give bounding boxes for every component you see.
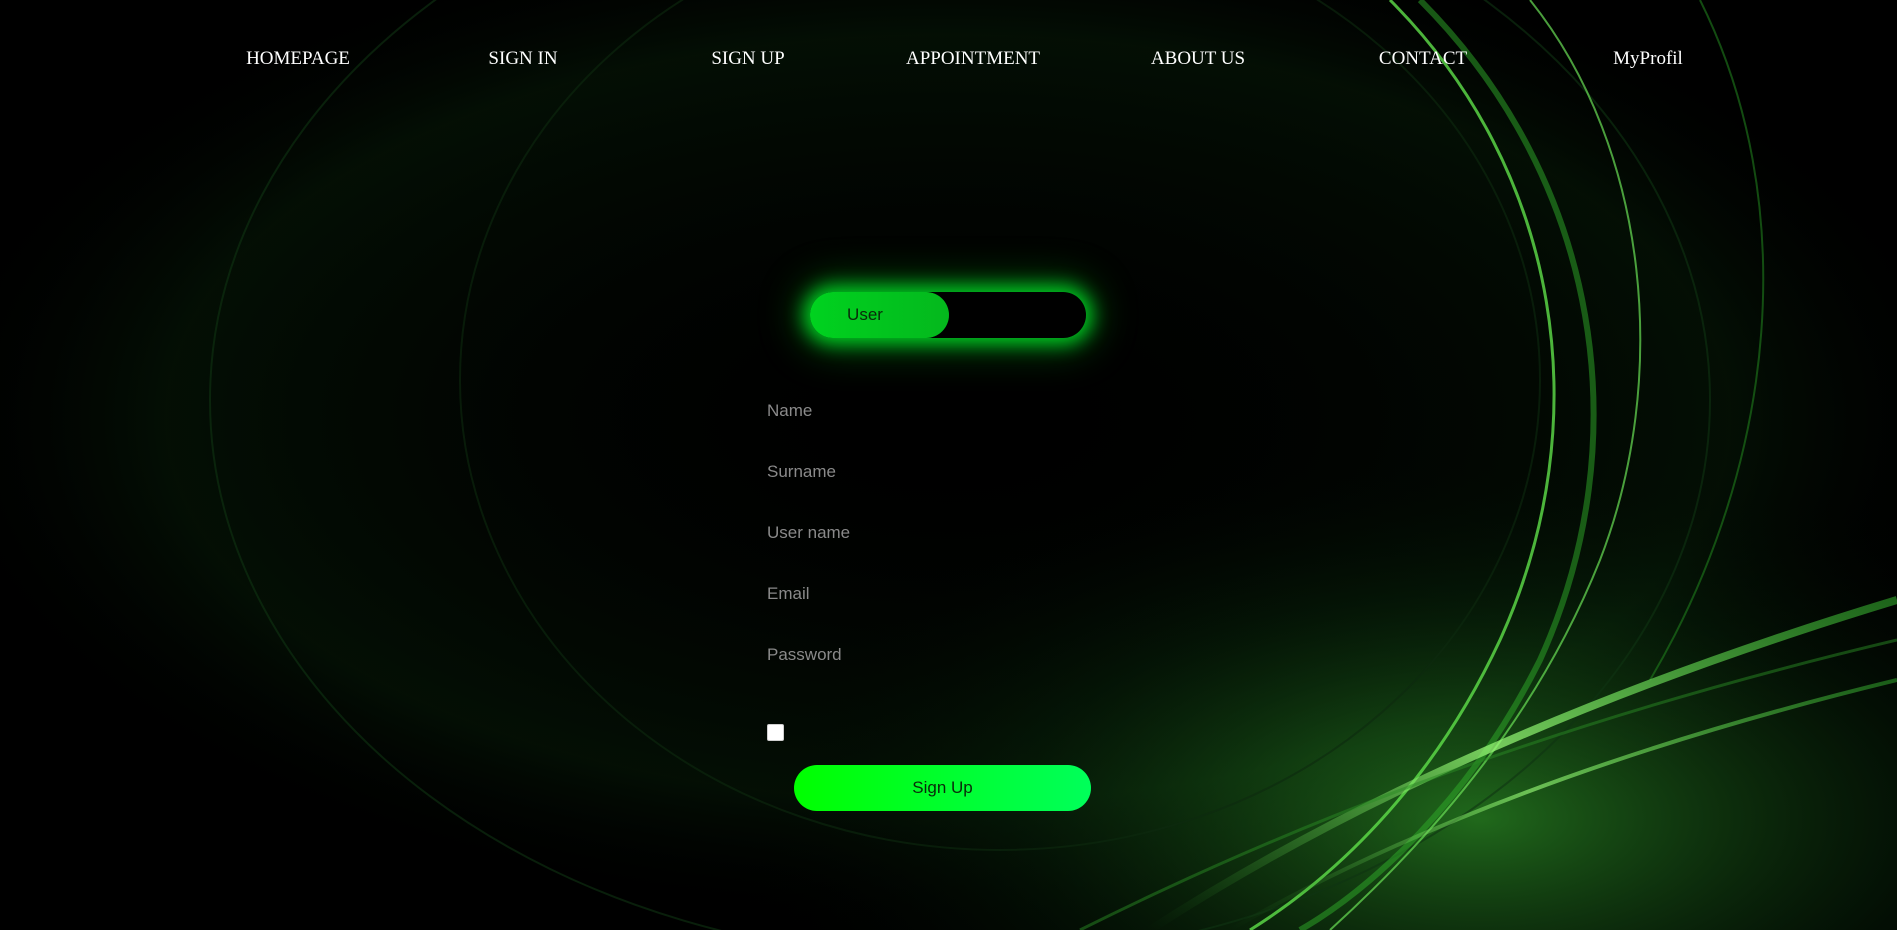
terms-checkbox[interactable] <box>767 724 784 741</box>
sign-up-button[interactable]: Sign Up <box>794 765 1091 811</box>
role-toggle[interactable]: User <box>810 292 1086 338</box>
nav-link-sign-up[interactable]: SIGN UP <box>711 48 784 70</box>
nav-link-about-us[interactable]: ABOUT US <box>1151 48 1245 70</box>
signup-form <box>767 390 1097 695</box>
email-field[interactable] <box>767 573 1067 615</box>
nav-link-my-profil[interactable]: MyProfil <box>1613 48 1683 70</box>
password-field[interactable] <box>767 634 1067 676</box>
role-toggle-label: User <box>847 305 883 324</box>
name-field[interactable] <box>767 390 1067 432</box>
top-nav: HOMEPAGE SIGN IN SIGN UP APPOINTMENT ABO… <box>0 0 1897 120</box>
username-field[interactable] <box>767 512 1067 554</box>
nav-link-homepage[interactable]: HOMEPAGE <box>246 48 350 70</box>
signup-page: HOMEPAGE SIGN IN SIGN UP APPOINTMENT ABO… <box>0 0 1897 930</box>
nav-link-sign-in[interactable]: SIGN IN <box>488 48 557 70</box>
nav-link-appointment[interactable]: APPOINTMENT <box>906 48 1040 70</box>
nav-link-contact[interactable]: CONTACT <box>1379 48 1467 70</box>
surname-field[interactable] <box>767 451 1067 493</box>
